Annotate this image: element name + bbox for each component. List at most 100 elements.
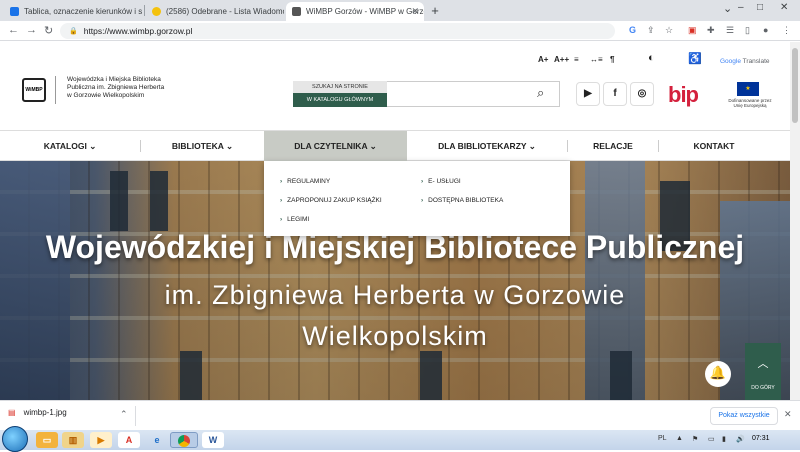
media-player-icon[interactable]: ▶ bbox=[90, 432, 112, 448]
dropdown-item-legimi[interactable]: › LEGIMI bbox=[280, 216, 309, 223]
google-translate-link[interactable]: Google Translate bbox=[720, 58, 770, 65]
hero-subtitle-line2: Wielkopolskim bbox=[302, 321, 488, 351]
sidepanel-icon[interactable]: ▯ bbox=[745, 25, 750, 36]
youtube-icon[interactable]: ▶ bbox=[576, 82, 600, 106]
chevron-down-icon: ⌄ bbox=[225, 141, 234, 151]
search-icon[interactable]: ⌕ bbox=[537, 85, 544, 101]
google-icon[interactable]: G bbox=[629, 25, 636, 35]
tray-flag-icon[interactable]: ⚑ bbox=[692, 435, 698, 443]
maximize-button[interactable]: □ bbox=[757, 2, 763, 13]
chevron-right-icon: › bbox=[421, 178, 424, 185]
tray-network-icon[interactable]: ▮ bbox=[722, 435, 726, 443]
windows-taskbar: ▭ ▥ ▶ A e W PL ▲ ⚑ ▭ ▮ 🔊 07:31 bbox=[0, 426, 800, 452]
start-button[interactable] bbox=[2, 426, 28, 452]
browser-toolbar: ← → ↻ 🔒 https://www.wimbp.gorzow.pl G ⇪ … bbox=[0, 21, 800, 41]
nav-kontakt[interactable]: KONTAKT bbox=[659, 131, 769, 161]
image-file-icon: ▤ bbox=[8, 408, 16, 417]
reading-list-icon[interactable]: ☰ bbox=[726, 25, 734, 36]
taskbar-clock[interactable]: 07:31 bbox=[752, 435, 770, 442]
scroll-to-top-button[interactable]: ︿ DO GÓRY bbox=[745, 343, 781, 400]
tab-favicon-icon bbox=[152, 7, 161, 16]
close-window-button[interactable]: ✕ bbox=[780, 2, 788, 13]
back-icon[interactable]: ← bbox=[8, 24, 19, 36]
line-spacing-button[interactable]: ≡ bbox=[574, 55, 579, 64]
new-tab-button[interactable]: + bbox=[427, 3, 443, 19]
tray-volume-icon[interactable]: 🔊 bbox=[736, 435, 745, 443]
tab-favicon-icon bbox=[292, 7, 301, 16]
star-icon[interactable]: ☆ bbox=[665, 25, 673, 36]
internet-explorer-icon[interactable]: e bbox=[146, 432, 168, 448]
tab-close-icon[interactable]: ✕ bbox=[411, 6, 419, 17]
close-downloads-icon[interactable]: ✕ bbox=[784, 409, 792, 420]
chevron-down-icon: ⌄ bbox=[89, 141, 97, 151]
font-increase-more-button[interactable]: A++ bbox=[554, 55, 569, 64]
nav-biblioteka[interactable]: BIBLIOTEKA ⌄ bbox=[141, 131, 264, 161]
extensions-icon[interactable]: ✚ bbox=[707, 25, 715, 36]
acrobat-icon[interactable]: A bbox=[118, 432, 140, 448]
hero-subtitle-line1: im. Zbigniewa Herberta w Gorzowie bbox=[164, 280, 626, 310]
chrome-taskbar-icon[interactable] bbox=[170, 432, 198, 448]
download-item[interactable]: ▤ wimbp-1.jpg bbox=[8, 408, 67, 417]
reload-icon[interactable]: ↻ bbox=[44, 24, 53, 37]
dropdown-item-e-uslugi[interactable]: › E- USŁUGI bbox=[421, 178, 461, 185]
url-text: https://www.wimbp.gorzow.pl bbox=[83, 26, 193, 36]
library-logo[interactable]: WiMBP bbox=[22, 78, 46, 102]
tab-search-icon[interactable]: ⌄ bbox=[723, 2, 732, 15]
browser-tab-1[interactable]: Tablica, oznaczenie kierunków i st bbox=[4, 2, 142, 21]
share-icon[interactable]: ⇪ bbox=[647, 25, 655, 36]
browser-tab-2[interactable]: (2586) Odebrane - Lista Wiadomo bbox=[146, 2, 284, 21]
download-options-icon[interactable]: ⌃ bbox=[120, 409, 128, 420]
tab-favicon-icon bbox=[10, 7, 19, 16]
paragraph-button[interactable]: ¶ bbox=[610, 55, 614, 64]
letter-spacing-button[interactable]: ↔≡ bbox=[590, 55, 603, 64]
instagram-icon[interactable]: ◎ bbox=[630, 82, 654, 106]
chevron-down-icon: ⌄ bbox=[528, 141, 536, 151]
tab-title: WiMBP Gorzów - WiMBP w Gorzo bbox=[306, 7, 424, 16]
tab-search-site[interactable]: SZUKAJ NA STRONIE bbox=[293, 81, 387, 93]
dropdown-item-regulaminy[interactable]: › REGULAMINY bbox=[280, 178, 330, 185]
chevron-up-icon: ︿ bbox=[757, 358, 769, 370]
accessibility-icon[interactable]: ♿ bbox=[688, 52, 702, 65]
web-page: WiMBP Wojewódzka i Miejska Biblioteka Pu… bbox=[0, 42, 790, 400]
dla-czytelnika-dropdown: › REGULAMINY › ZAPROPONUJ ZAKUP KSIĄŻKI › L… bbox=[264, 161, 570, 236]
contrast-icon[interactable]: ◐ bbox=[648, 52, 655, 64]
profile-icon[interactable]: ● bbox=[763, 25, 768, 35]
search-input[interactable] bbox=[387, 81, 560, 107]
chevron-right-icon: › bbox=[280, 197, 283, 204]
search-tabs: SZUKAJ NA STRONIE W KATALOGU GŁÓWNYM bbox=[293, 81, 387, 107]
dropdown-item-zaproponuj[interactable]: › ZAPROPONUJ ZAKUP KSIĄŻKI bbox=[280, 197, 382, 204]
minimize-button[interactable]: – bbox=[738, 2, 744, 13]
forward-icon[interactable]: → bbox=[26, 24, 37, 36]
pdf-icon[interactable]: ▣ bbox=[688, 25, 697, 36]
nav-relacje[interactable]: RELACJE bbox=[568, 131, 658, 161]
explorer-folder-icon[interactable]: ▥ bbox=[62, 432, 84, 448]
font-increase-button[interactable]: A+ bbox=[538, 55, 548, 64]
eu-flag-icon: ★ bbox=[737, 82, 759, 96]
tab-search-catalog[interactable]: W KATALOGU GŁÓWNYM bbox=[293, 93, 387, 107]
tray-language[interactable]: PL bbox=[658, 435, 667, 442]
dropdown-item-dostepna-biblioteka[interactable]: › DOSTĘPNA BIBLIOTEKA bbox=[421, 197, 503, 204]
tab-title: (2586) Odebrane - Lista Wiadomo bbox=[166, 7, 284, 16]
browser-tab-active[interactable]: WiMBP Gorzów - WiMBP w Gorzo ✕ bbox=[286, 2, 424, 21]
tray-expand-icon[interactable]: ▲ bbox=[676, 435, 683, 442]
eu-caption: Dofinansowane przez Unię Europejską bbox=[728, 98, 772, 108]
nav-katalogi[interactable]: KATALOGI ⌄ bbox=[0, 131, 140, 161]
show-all-downloads-button[interactable]: Pokaż wszystkie bbox=[710, 407, 778, 425]
file-explorer-icon[interactable]: ▭ bbox=[36, 432, 58, 448]
menu-icon[interactable]: ⋮ bbox=[782, 25, 791, 36]
notification-bell-icon[interactable]: 🔔 bbox=[705, 361, 731, 387]
nav-dla-bibliotekarzy[interactable]: DLA BIBLIOTEKARZY ⌄ bbox=[407, 131, 567, 161]
library-name[interactable]: Wojewódzka i Miejska Biblioteka Publiczn… bbox=[67, 76, 164, 100]
chevron-right-icon: › bbox=[421, 197, 424, 204]
nav-dla-czytelnika[interactable]: DLA CZYTELNIKA ⌄ bbox=[264, 131, 407, 161]
lock-icon: 🔒 bbox=[69, 28, 78, 35]
chevron-down-icon: ⌄ bbox=[369, 141, 377, 151]
chevron-right-icon: › bbox=[280, 178, 283, 185]
scrollbar-thumb[interactable] bbox=[792, 48, 798, 123]
facebook-icon[interactable]: f bbox=[603, 82, 627, 106]
tray-monitor-icon[interactable]: ▭ bbox=[708, 435, 715, 443]
downloads-bar: ▤ wimbp-1.jpg ⌃ Pokaż wszystkie ✕ bbox=[0, 400, 800, 430]
word-icon[interactable]: W bbox=[202, 432, 224, 448]
address-bar[interactable]: 🔒 https://www.wimbp.gorzow.pl bbox=[60, 23, 615, 39]
bip-logo[interactable]: bip bbox=[668, 82, 699, 108]
